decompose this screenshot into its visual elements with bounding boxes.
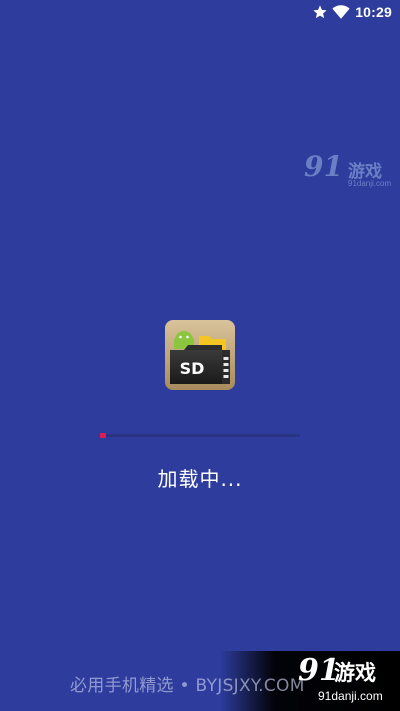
watermark-top: 91 游戏 91danji.com (304, 152, 396, 192)
loading-progress-fill (100, 433, 106, 438)
sd-card-folder-icon: SD (165, 320, 235, 390)
loading-text: 加载中... (157, 467, 243, 491)
app-icon-label: SD (180, 359, 205, 378)
watermark-logo-number: 91 (304, 150, 343, 183)
watermark-url: 91danji.com (348, 179, 392, 188)
bottom-watermark-text: 必用手机精选 • BYJSJXY.COM (70, 676, 305, 696)
splash-screen: 10:29 91 游戏 91danji.com SD 加载中... 必用手机精选… (0, 0, 400, 711)
bottom-watermark-url: 91danji.com (318, 689, 383, 703)
status-bar: 10:29 (0, 0, 400, 24)
wifi-icon (332, 5, 350, 19)
loading-progress-bar (100, 433, 300, 438)
bottom-watermark-name: 游戏 (334, 661, 376, 685)
star-icon (313, 5, 327, 19)
bottom-watermark: 必用手机精选 • BYJSJXY.COM 91 游戏 91danji.com (0, 651, 400, 711)
status-time: 10:29 (355, 4, 392, 20)
